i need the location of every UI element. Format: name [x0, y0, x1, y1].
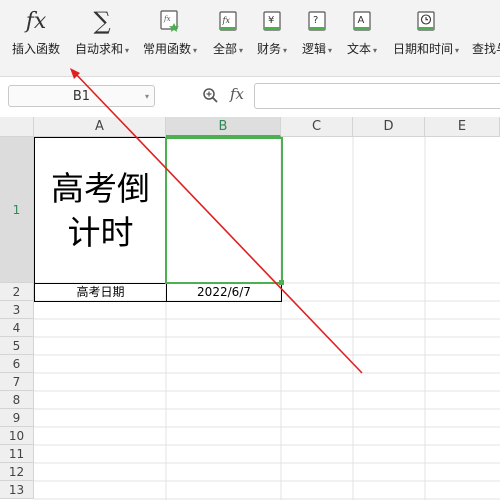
common-function-icon: fx: [159, 6, 181, 36]
cell-a1[interactable]: 高考倒计时: [34, 137, 167, 284]
svg-text:¥: ¥: [268, 15, 274, 26]
common-functions-button[interactable]: fx 常用函数 ▾: [143, 6, 197, 66]
finance-button[interactable]: ¥ 财务 ▾: [257, 6, 287, 66]
svg-text:fx: fx: [222, 16, 231, 25]
svg-text:A: A: [358, 15, 365, 26]
autosum-button[interactable]: ∑ 自动求和 ▾: [75, 6, 129, 66]
insert-function-button[interactable]: fx 插入函数: [12, 6, 60, 66]
logic-icon: ?: [307, 6, 327, 36]
spreadsheet-grid: A B C D E 1 2 3 4 5 6 7 8 9 10 11 12 13: [0, 117, 500, 500]
cell-a2[interactable]: 高考日期: [34, 283, 167, 302]
lookup-button[interactable]: 查找与: [472, 6, 500, 66]
zoom-icon[interactable]: [202, 87, 220, 105]
all-functions-button[interactable]: fx 全部 ▾: [213, 6, 243, 66]
column-header-a[interactable]: A: [34, 117, 166, 137]
all-functions-icon: fx: [218, 6, 238, 36]
row-header-3[interactable]: 3: [0, 301, 34, 319]
formula-input[interactable]: [254, 83, 500, 109]
logic-button[interactable]: ? 逻辑 ▾: [302, 6, 332, 66]
formula-bar: B1 ▾ fx: [0, 77, 500, 118]
column-header-d[interactable]: D: [353, 117, 425, 137]
datetime-icon: [416, 6, 436, 36]
fill-handle[interactable]: [279, 280, 284, 285]
row-header-2[interactable]: 2: [0, 283, 34, 301]
column-header-e[interactable]: E: [425, 117, 500, 137]
formula-ribbon: fx 插入函数 ∑ 自动求和 ▾ fx 常用函数 ▾ fx 全部 ▾ ¥ 财务 ▾ ? …: [0, 0, 500, 77]
cell-b2[interactable]: 2022/6/7: [166, 283, 282, 302]
sigma-icon: ∑: [93, 7, 111, 35]
row-header-5[interactable]: 5: [0, 337, 34, 355]
text-icon: A: [352, 6, 372, 36]
column-header-b[interactable]: B: [166, 117, 281, 137]
row-header-4[interactable]: 4: [0, 319, 34, 337]
datetime-button[interactable]: 日期和时间 ▾: [393, 6, 459, 66]
row-header-12[interactable]: 12: [0, 463, 34, 481]
name-box[interactable]: B1 ▾: [8, 85, 155, 107]
chevron-down-icon[interactable]: ▾: [145, 86, 149, 108]
cell-b1-selected[interactable]: [165, 137, 283, 284]
row-header-7[interactable]: 7: [0, 373, 34, 391]
svg-text:?: ?: [313, 15, 318, 26]
text-button[interactable]: A 文本 ▾: [347, 6, 377, 66]
row-header-11[interactable]: 11: [0, 445, 34, 463]
row-header-9[interactable]: 9: [0, 409, 34, 427]
fx-icon[interactable]: fx: [230, 85, 244, 103]
column-header-c[interactable]: C: [281, 117, 353, 137]
row-header-13[interactable]: 13: [0, 481, 34, 499]
row-header-10[interactable]: 10: [0, 427, 34, 445]
row-header-8[interactable]: 8: [0, 391, 34, 409]
svg-text:fx: fx: [163, 15, 171, 23]
row-header-6[interactable]: 6: [0, 355, 34, 373]
fx-icon: fx: [25, 8, 47, 34]
finance-icon: ¥: [262, 6, 282, 36]
row-header-1[interactable]: 1: [0, 137, 34, 283]
select-all-corner[interactable]: [0, 117, 34, 137]
